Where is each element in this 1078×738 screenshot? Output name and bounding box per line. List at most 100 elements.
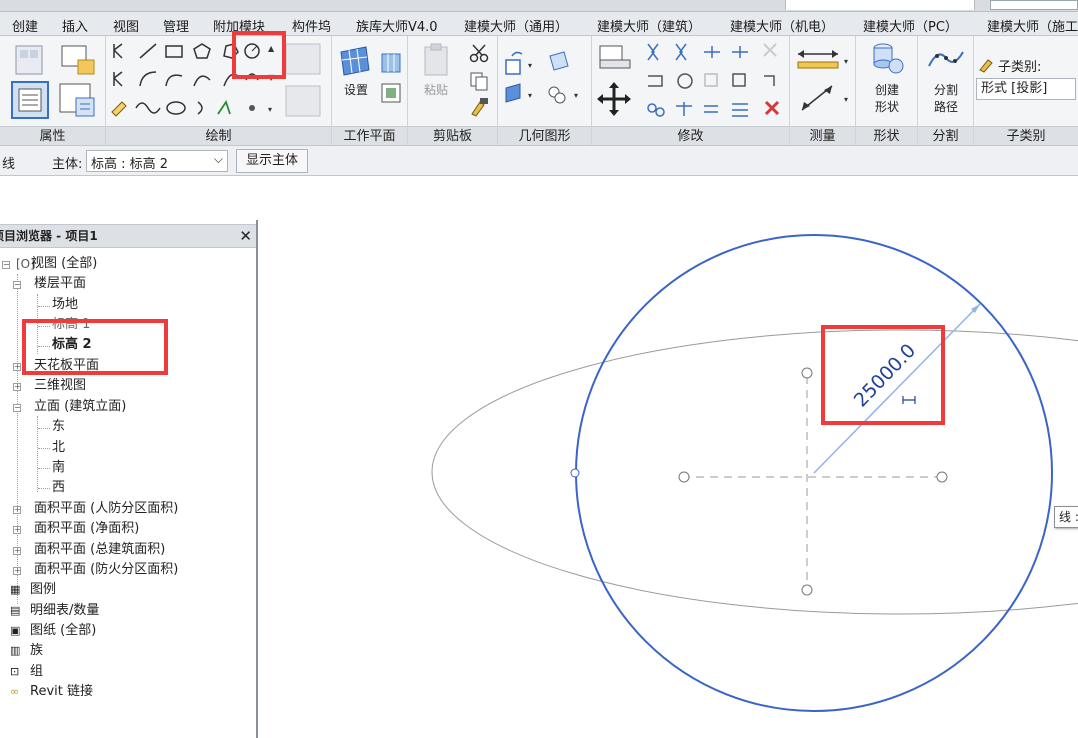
panel-title-workplane: 工作平面 [332,126,407,145]
svg-text:▾: ▾ [528,61,532,70]
tab-view[interactable]: 视图 [113,16,139,35]
panel-title-form: 形状 [856,126,917,145]
ribbon-tab-bar: 创建 插入 视图 管理 附加模块 构件坞 族库大师V4.0 建模大师（通用） 建… [0,12,1078,36]
panel-title-modify: 修改 [592,126,789,145]
divide-path-icon[interactable] [926,46,966,72]
viewer-icon[interactable] [380,82,402,104]
panel-title-clipboard: 剪贴板 [408,126,497,145]
panel-geometry: ▾ ▾ ▾ 几何图形 [498,36,592,145]
highlight-dimension [821,325,945,425]
panel-title-draw: 绘制 [106,126,331,145]
create-form-icon[interactable] [866,40,906,76]
draw-tools-icon[interactable]: ▲ ▼ ▾ [106,36,332,126]
tooltip: 线 : [1054,506,1078,528]
browser-title: 项目浏览器 - 项目1 [0,229,98,243]
control-point-left[interactable] [678,471,690,483]
panel-clipboard: 粘贴 剪贴板 [408,36,498,145]
highlight-circle-tool [232,31,286,79]
tree-item-east[interactable]: 东 [52,417,65,437]
tab-family-library[interactable]: 族库大师V4.0 [356,16,438,35]
tree-item-north[interactable]: 北 [52,438,65,458]
family-types-icon[interactable] [10,42,50,78]
project-browser: 项目浏览器 - 项目1 ✕ − [O] 视图 (全部) − 楼层平面 场地 标高… [0,220,258,738]
title-bar-field [785,0,975,10]
show-workplane-icon[interactable] [380,52,402,74]
browser-header: 项目浏览器 - 项目1 ✕ [0,224,256,248]
panel-subcategory: 子类别: 形式 [投影] 子类别 [974,36,1078,145]
panel-draw: ▲ ▼ ▾ 绘制 [106,36,332,145]
set-button-label[interactable]: 设置 [336,82,376,99]
tab-create[interactable]: 创建 [12,16,38,35]
cut-icon[interactable] [468,42,490,64]
canvas-drawing: 25000.0 [431,234,1078,712]
tab-modeling-construction[interactable]: 建模大师（施工 [987,16,1078,35]
control-point-top[interactable] [801,367,813,379]
panel-modify: 修改 [592,36,790,145]
divide-path-label-line2[interactable]: 路径 [920,99,972,116]
tab-manage[interactable]: 管理 [163,16,189,35]
control-point-bottom[interactable] [801,584,813,596]
properties-icon[interactable] [10,80,50,120]
close-icon[interactable]: ✕ [239,225,252,247]
panel-title-subcategory: 子类别 [974,126,1078,145]
drawing-canvas[interactable]: 25000.0 [260,176,1078,738]
set-workplane-icon[interactable] [338,44,372,78]
group-icon: ⊡ [10,665,20,678]
family-category-icon[interactable] [56,42,98,78]
paste-icon[interactable] [422,42,452,78]
schedule-icon: ▤ [10,604,21,617]
subcategory-label: 子类别: [998,60,1042,75]
tree-item-site[interactable]: 场地 [52,295,78,315]
ribbon: 属性 ▲ ▼ ▾ 绘制 设置 工作平面 粘贴 剪贴板 ▾ ▾ ▾ 几何图形 修改… [0,36,1078,146]
reference-ellipse [431,329,1078,615]
panel-title-measure: 测量 [790,126,855,145]
panel-measure: ▾ ▾ 测量 [790,36,856,145]
type-properties-icon[interactable] [56,82,98,118]
chevron-down-icon: ⌵ [213,152,223,166]
search-box[interactable] [990,0,1078,10]
panel-workplane: 设置 工作平面 [332,36,408,145]
panel-title-geometry: 几何图形 [498,126,591,145]
copy-icon[interactable] [468,70,490,92]
show-host-button[interactable]: 显示主体 [236,149,308,173]
subcategory-icon [978,56,996,74]
legend-icon: ▦ [10,583,21,596]
control-point-right[interactable] [936,471,948,483]
measure-tools-icon[interactable]: ▾ ▾ [790,36,856,126]
panel-properties: 属性 [0,36,106,145]
svg-text:▾: ▾ [268,105,272,114]
svg-text:▾: ▾ [574,91,578,100]
tab-component-dock[interactable]: 构件坞 [292,16,331,35]
divide-path-label-line1[interactable]: 分割 [920,82,972,99]
tree-item-south[interactable]: 南 [52,458,65,478]
paste-button-label[interactable]: 粘贴 [416,82,456,99]
tab-insert[interactable]: 插入 [62,16,88,35]
panel-title-divide: 分割 [918,126,973,145]
link-icon: ∞ [10,685,20,698]
circle-grip[interactable] [570,468,580,478]
sheet-icon: ▣ [10,624,21,637]
geometry-tools-icon[interactable]: ▾ ▾ ▾ [498,36,592,126]
match-properties-icon[interactable] [468,96,490,118]
tree-item-west[interactable]: 西 [52,478,65,498]
quick-access-toolbar [0,0,1078,12]
tab-modeling-architecture[interactable]: 建模大师（建筑） [597,16,701,35]
tab-modeling-general[interactable]: 建模大师（通用） [464,16,568,35]
subcategory-select[interactable]: 形式 [投影] [976,78,1076,100]
mode-label: 线 [2,157,16,172]
tab-modeling-mep[interactable]: 建模大师（机电） [730,16,834,35]
host-label: 主体: [52,157,83,172]
host-select[interactable]: 标高 : 标高 2 ⌵ [86,150,228,172]
create-form-label-line1[interactable]: 创建 [860,82,914,99]
create-form-label-line2[interactable]: 形状 [860,99,914,116]
panel-divide: 分割 路径 分割 [918,36,974,145]
highlight-level-2 [22,319,168,375]
host-select-value: 标高 : 标高 2 [91,157,169,172]
svg-text:▾: ▾ [844,57,848,66]
modify-tools-icon[interactable] [592,36,790,126]
options-bar: 线 主体: 标高 : 标高 2 ⌵ 显示主体 [0,146,1078,176]
tab-modeling-pc[interactable]: 建模大师（PC） [863,16,958,35]
panel-title-properties: 属性 [0,126,105,145]
svg-text:▾: ▾ [528,91,532,100]
panel-form: 创建 形状 形状 [856,36,918,145]
